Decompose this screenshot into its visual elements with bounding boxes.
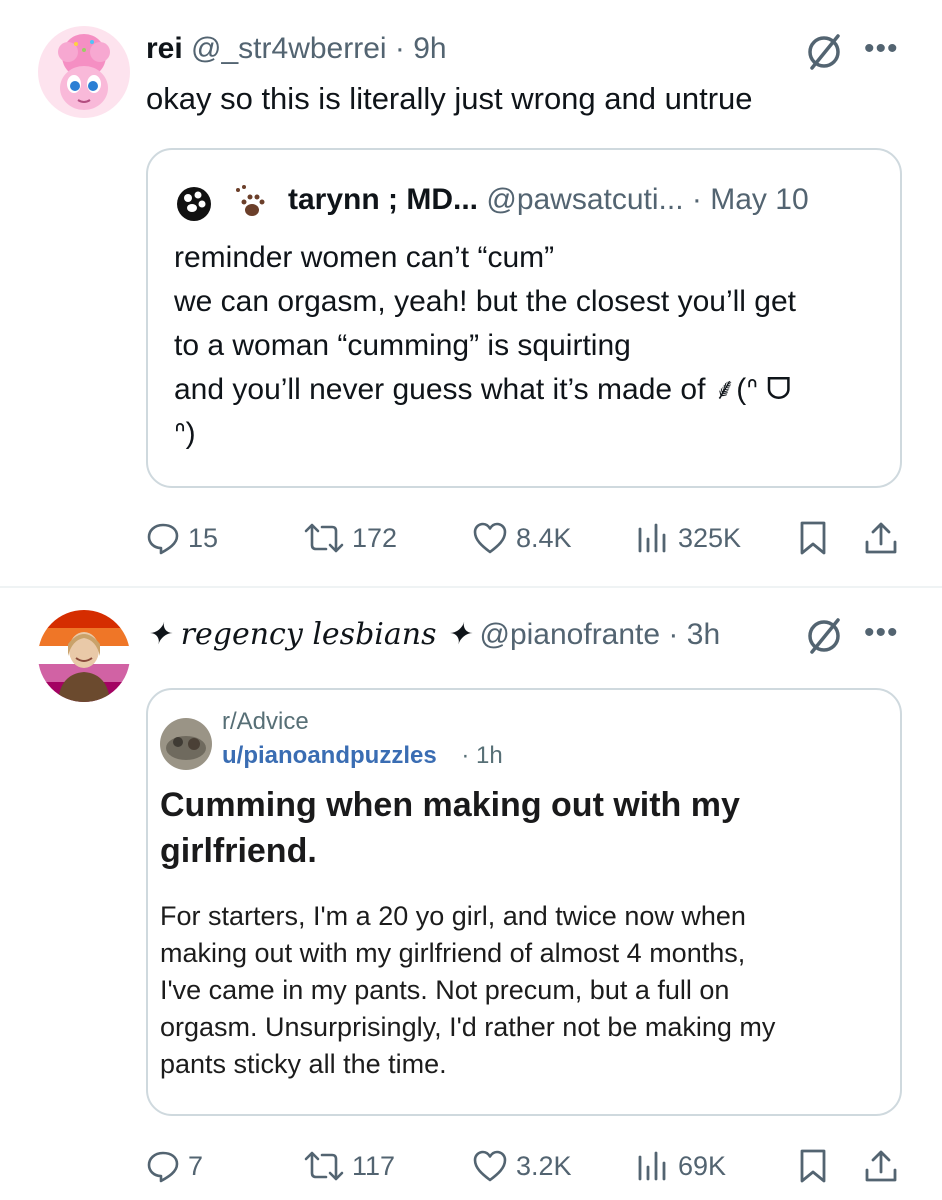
muted-circle-slash-icon[interactable]	[802, 30, 846, 74]
timestamp[interactable]: 3h	[687, 618, 720, 651]
quote-timestamp[interactable]: May 10	[710, 183, 808, 216]
heart-icon	[473, 1150, 507, 1182]
tweet-post[interactable]: rei @_str4wberrei · 9h ••• okay so this …	[0, 0, 942, 588]
bookmark-icon	[800, 1149, 826, 1183]
reply-bubble-icon	[147, 523, 179, 555]
tweet-text: okay so this is literally just wrong and…	[146, 81, 753, 116]
quoted-tweet[interactable]: tarynn ; MD... @pawsatcuti... · May 10 r…	[146, 148, 902, 488]
reddit-post-body: For starters, I'm a 20 yo girl, and twic…	[160, 901, 776, 1079]
reply-bubble-icon	[147, 1151, 179, 1183]
reddit-timestamp: 1h	[476, 742, 503, 769]
separator-dot: ·	[461, 742, 470, 769]
views-bars-icon	[638, 523, 666, 553]
quote-header: tarynn ; MD... @pawsatcuti... · May 10	[288, 180, 809, 220]
user-handle[interactable]: @pianofrante	[480, 618, 661, 651]
avatar[interactable]	[38, 26, 130, 118]
repost-arrows-icon	[304, 523, 344, 553]
muted-circle-slash-icon[interactable]	[802, 614, 846, 658]
reply-button[interactable]: 7	[146, 1144, 203, 1188]
reddit-user-avatar	[160, 718, 212, 770]
reddit-avatar-image	[160, 718, 212, 770]
share-upload-icon	[865, 522, 897, 554]
quote-display-name[interactable]: tarynn ; MD...	[288, 183, 478, 216]
subreddit-name: r/Advice	[222, 708, 309, 735]
view-count: 325K	[678, 522, 742, 553]
repost-button[interactable]: 117	[304, 1144, 395, 1188]
reddit-post-title: Cumming when making out with my girlfrie…	[160, 786, 740, 870]
display-name[interactable]: rei	[146, 32, 183, 65]
tweet-header: rei @_str4wberrei · 9h	[146, 30, 447, 68]
reply-count: 15	[188, 522, 219, 553]
quote-avatar-paw-icons	[177, 185, 265, 221]
heart-icon	[473, 522, 507, 554]
share-button[interactable]	[864, 516, 898, 560]
like-count: 8.4K	[516, 522, 572, 553]
like-button[interactable]: 8.4K	[472, 516, 572, 560]
avatar[interactable]	[38, 610, 130, 702]
reply-count: 7	[188, 1150, 204, 1181]
repost-count: 117	[352, 1150, 396, 1181]
repost-arrows-icon	[304, 1151, 344, 1181]
separator-dot: ·	[668, 618, 679, 651]
separator-dot: ·	[394, 32, 405, 65]
repost-button[interactable]: 172	[304, 516, 397, 560]
action-bar: 15 172 8.4K 325K	[146, 516, 906, 560]
views-button[interactable]: 69K	[636, 1144, 726, 1188]
like-button[interactable]: 3.2K	[472, 1144, 572, 1188]
tweet-header: ✦ regency lesbians ✦ @pianofrante · 3h	[146, 616, 720, 654]
user-handle[interactable]: @_str4wberrei	[191, 32, 387, 65]
timestamp[interactable]: 9h	[413, 32, 446, 65]
repost-count: 172	[352, 522, 398, 553]
pony-avatar-image	[38, 26, 130, 118]
views-bars-icon	[638, 1151, 666, 1181]
more-dots-icon[interactable]: •••	[864, 618, 899, 648]
more-dots-icon[interactable]: •••	[864, 34, 899, 64]
reddit-screenshot-image[interactable]: r/Advice u/pianoandpuzzles · 1h Cumming …	[146, 688, 902, 1116]
bookmark-icon	[800, 521, 826, 555]
like-count: 3.2K	[516, 1150, 572, 1181]
separator-dot: ·	[691, 183, 702, 216]
share-button[interactable]	[864, 1144, 898, 1188]
bookmark-button[interactable]	[798, 516, 828, 560]
lesbian-flag-avatar-image	[38, 610, 130, 702]
share-upload-icon	[865, 1150, 897, 1182]
reddit-username: u/pianoandpuzzles	[222, 742, 437, 769]
quote-text: reminder women can’t “cum” we can orgasm…	[174, 241, 797, 450]
reddit-username-line: u/pianoandpuzzles · 1h	[222, 742, 503, 770]
quote-user-handle[interactable]: @pawsatcuti...	[486, 183, 683, 216]
bookmark-button[interactable]	[798, 1144, 828, 1188]
display-name[interactable]: ✦ regency lesbians ✦	[146, 617, 471, 652]
reply-button[interactable]: 15	[146, 516, 218, 560]
views-button[interactable]: 325K	[636, 516, 741, 560]
view-count: 69K	[678, 1150, 727, 1181]
action-bar: 7 117 3.2K 69K	[146, 1144, 906, 1188]
tweet-post[interactable]: ✦ regency lesbians ✦ @pianofrante · 3h •…	[0, 588, 942, 1200]
